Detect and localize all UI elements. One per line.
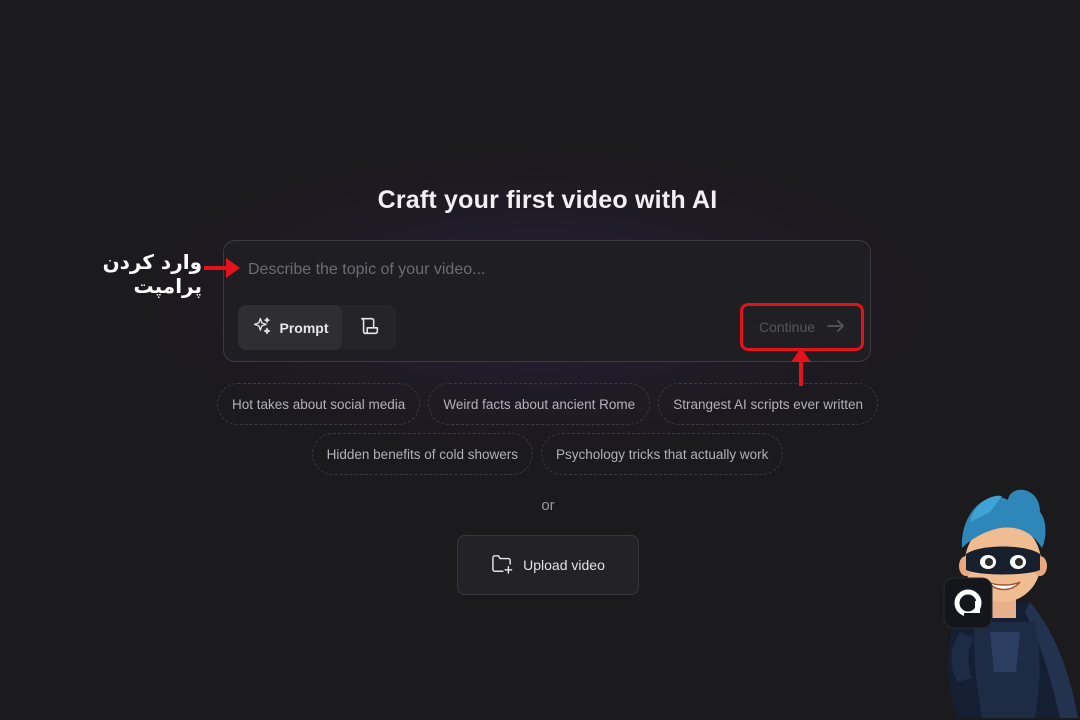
prompt-mode-label: Prompt — [279, 319, 329, 336]
upload-video-button[interactable]: Upload video — [457, 535, 639, 595]
suggestion-chip[interactable]: Psychology tricks that actually work — [541, 433, 784, 475]
prompt-input[interactable] — [246, 255, 850, 285]
prompt-mode-button[interactable]: Prompt — [238, 305, 342, 350]
sparkle-icon — [252, 316, 272, 339]
annotation-label: وارد کردن پرامپت — [102, 250, 202, 298]
upload-video-label: Upload video — [523, 557, 605, 573]
app-stage: Craft your first video with AI Prompt — [0, 0, 1080, 720]
page-title: Craft your first video with AI — [377, 186, 718, 214]
annotation-arrow-up-icon — [789, 347, 813, 392]
script-icon — [359, 315, 381, 340]
script-mode-button[interactable] — [344, 305, 396, 350]
or-divider: or — [541, 497, 555, 514]
suggestion-chip[interactable]: Hot takes about social media — [216, 383, 421, 425]
continue-label: Continue — [758, 319, 816, 335]
continue-button[interactable]: Continue — [740, 303, 864, 351]
annotation-arrow-right-icon — [204, 256, 242, 285]
mode-toggle: Prompt — [238, 305, 396, 350]
arrow-right-icon — [827, 319, 845, 336]
suggestion-chip[interactable]: Strangest AI scripts ever written — [658, 383, 879, 425]
prompt-composer: Prompt Continue — [223, 240, 871, 362]
suggestion-row-2: Hidden benefits of cold showers Psycholo… — [200, 433, 895, 475]
suggestion-chip[interactable]: Hidden benefits of cold showers — [311, 433, 534, 475]
suggestion-chip[interactable]: Weird facts about ancient Rome — [428, 383, 651, 425]
folder-plus-icon — [491, 554, 513, 577]
mascot-illustration — [930, 482, 1078, 720]
